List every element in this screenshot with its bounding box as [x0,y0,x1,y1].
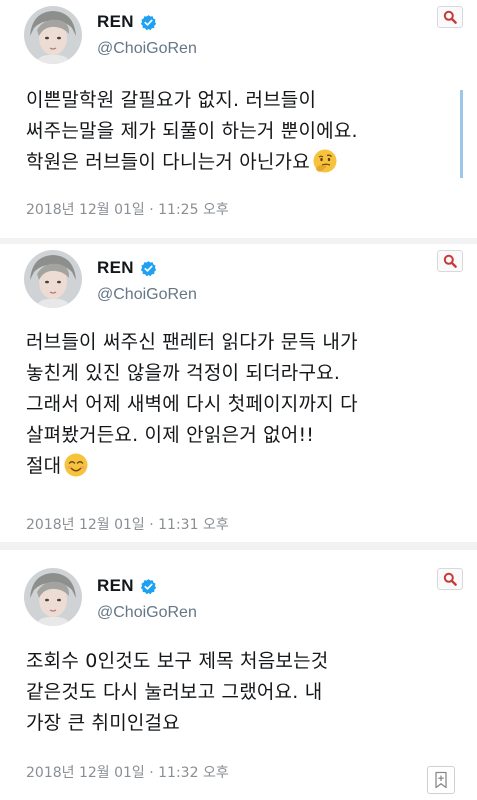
tweet-line: 절대 [26,451,456,482]
tweet-timestamp[interactable]: 2018년 12월 01일 · 11:31 오후 [26,514,229,534]
search-icon [443,10,457,24]
quote-indicator [460,90,463,178]
display-name[interactable]: REN [97,576,134,596]
tweet-line: 러브들이 써주신 팬레터 읽다가 문득 내가 [26,331,358,353]
tweet-line: 그래서 어제 새벽에 다시 첫페이지까지 다 [26,393,358,415]
tweet-line: 이쁜말학원 갈필요가 없지. 러브들이 [26,89,317,111]
search-icon [443,572,457,586]
avatar[interactable] [24,568,82,626]
avatar[interactable] [24,250,82,308]
tweet-card: REN @ChoiGoRen 이쁜말학원 갈필요가 없지. 러브들이 써주는말을… [0,0,477,238]
tweet-line: 써주는말을 제가 되풀이 하는거 뿐이에요. [26,120,358,142]
tweet-line-text: 학원은 러브들이 다니는거 아닌가요 [26,151,310,173]
author-row: REN [97,12,157,32]
bookmark-add-icon [435,771,447,789]
tweet-line: 살펴봤거든요. 이제 안읽은거 없어!! [26,424,315,446]
avatar[interactable] [24,6,82,64]
verified-badge-icon [140,14,156,30]
tweet-line: 조회수 0인것도 보구 제목 처음보는것 [26,650,329,672]
tweet-card: REN @ChoiGoRen 조회수 0인것도 보구 제목 처음보는것 같은것도… [0,550,477,800]
tweet-text: 이쁜말학원 갈필요가 없지. 러브들이 써주는말을 제가 되풀이 하는거 뿐이에… [26,85,456,178]
tweet-card: REN @ChoiGoRen 러브들이 써주신 팬레터 읽다가 문득 내가 놓친… [0,244,477,542]
author-row: REN [97,258,157,278]
verified-badge-icon [140,260,156,276]
user-handle[interactable]: @ChoiGoRen [97,604,197,622]
tweet-line: 놓친게 있진 않을까 걱정이 되더라구요. [26,362,341,384]
user-handle[interactable]: @ChoiGoRen [97,286,197,304]
search-button[interactable] [437,568,463,590]
display-name[interactable]: REN [97,258,134,278]
tweet-line: 학원은 러브들이 다니는거 아닌가요 [26,147,456,178]
search-button[interactable] [437,6,463,28]
smiling-face-icon [64,453,88,477]
tweet-line: 같은것도 다시 눌러보고 그랬어요. 내 [26,681,323,703]
tweet-timestamp[interactable]: 2018년 12월 01일 · 11:25 오후 [26,199,229,219]
tweet-text: 조회수 0인것도 보구 제목 처음보는것 같은것도 다시 눌러보고 그랬어요. … [26,646,456,739]
verified-badge-icon [140,578,156,594]
search-button[interactable] [437,250,463,272]
thinking-face-icon [313,149,337,173]
tweet-timestamp[interactable]: 2018년 12월 01일 · 11:32 오후 [26,762,229,782]
tweet-text: 러브들이 써주신 팬레터 읽다가 문득 내가 놓친게 있진 않을까 걱정이 되더… [26,327,456,482]
bookmark-button[interactable] [427,766,455,794]
author-row: REN [97,576,157,596]
user-handle[interactable]: @ChoiGoRen [97,40,197,58]
tweet-line-text: 절대 [26,455,62,477]
search-icon [443,254,457,268]
display-name[interactable]: REN [97,12,134,32]
tweet-line: 가장 큰 취미인걸요 [26,712,180,734]
